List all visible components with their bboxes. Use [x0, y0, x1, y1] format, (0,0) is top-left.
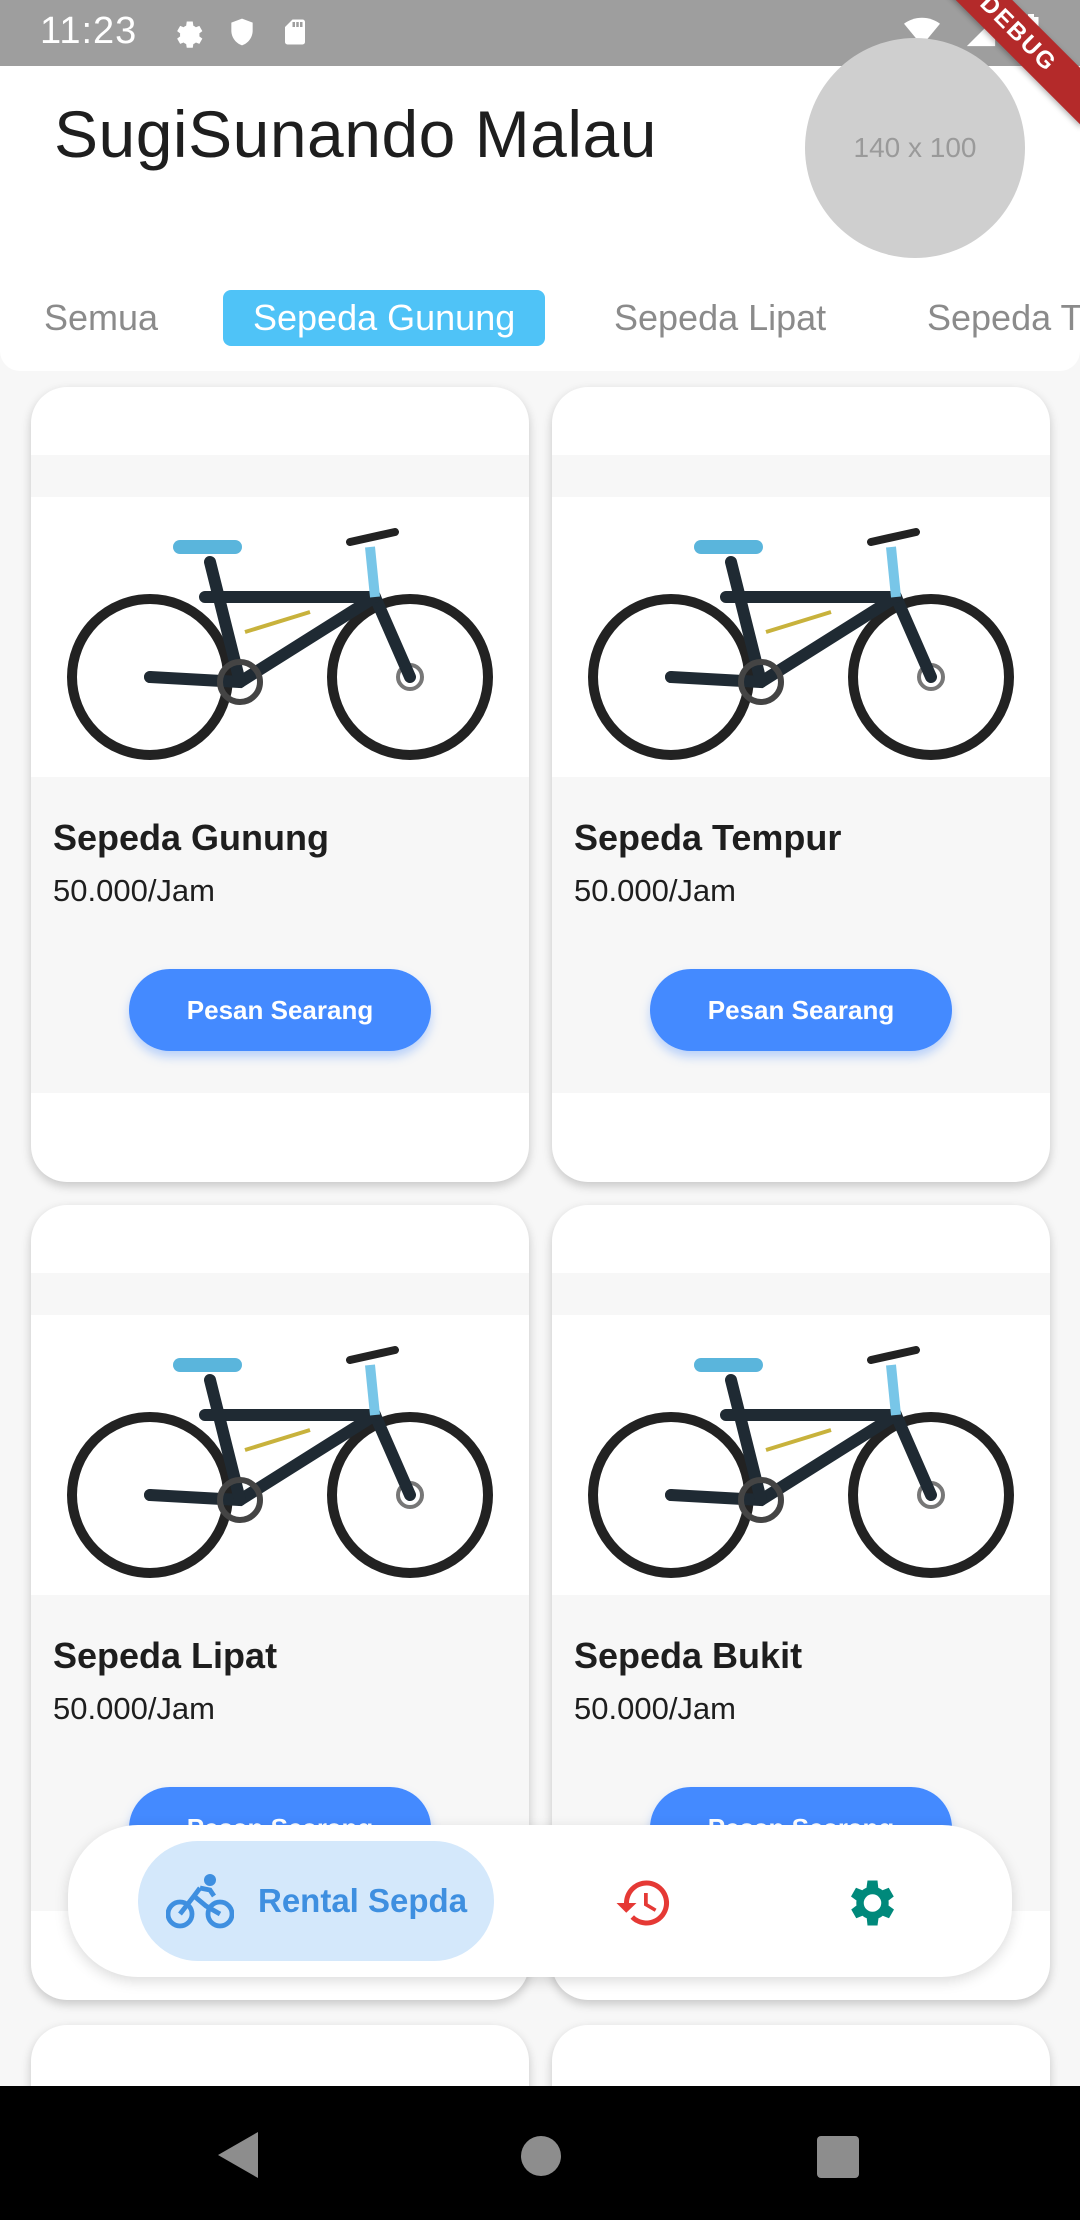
bicycle-image [31, 1315, 529, 1595]
category-tabs: Semua Sepeda Gunung Sepeda Lipat Sepeda … [0, 278, 1080, 348]
gear-icon [177, 21, 203, 48]
bicycle-illustration [588, 528, 1014, 760]
product-card[interactable]: Sepeda Gunung 50.000/Jam Pesan Searang [31, 387, 529, 1182]
bicycle-icon [166, 1874, 234, 1929]
shield-icon [231, 18, 253, 46]
tab-semua[interactable]: Semua [14, 290, 188, 346]
profile-header: 140 x 100 SugiSunando Malau Semua Sepeda… [0, 38, 1080, 371]
app-screen: 11:23 140 x 100 SugiSunando Malau Semua … [0, 0, 1080, 2220]
home-icon[interactable] [521, 2136, 561, 2176]
tab-sepeda-t[interactable]: Sepeda T [897, 290, 1080, 346]
nav-item-rental[interactable]: Rental Sepda [138, 1841, 494, 1961]
tab-sepeda-gunung[interactable]: Sepeda Gunung [223, 290, 546, 346]
product-card[interactable]: Sepeda Tempur 50.000/Jam Pesan Searang [552, 387, 1050, 1182]
product-price: 50.000/Jam [53, 873, 215, 908]
status-left-icons [168, 14, 310, 50]
card-body: Sepeda Bukit 50.000/Jam Pesan Searang [552, 1273, 1050, 1911]
avatar[interactable]: 140 x 100 [805, 38, 1025, 258]
history-icon[interactable] [614, 1873, 674, 1933]
user-name: SugiSunando Malau [54, 97, 657, 171]
sd-card-icon [285, 19, 305, 45]
status-time: 11:23 [40, 10, 138, 52]
card-body: Sepeda Tempur 50.000/Jam Pesan Searang [552, 455, 1050, 1093]
bicycle-illustration [588, 1346, 1014, 1578]
back-icon[interactable] [218, 2132, 258, 2178]
product-price: 50.000/Jam [574, 873, 736, 908]
avatar-placeholder-text: 140 x 100 [853, 132, 977, 163]
bicycle-illustration [67, 528, 493, 760]
bicycle-image [552, 497, 1050, 777]
bicycle-image [552, 1315, 1050, 1595]
product-price: 50.000/Jam [53, 1691, 215, 1726]
product-name: Sepeda Gunung [53, 817, 330, 858]
bottom-navigation: Rental Sepda [68, 1825, 1012, 1977]
card-body: Sepeda Lipat 50.000/Jam Pesan Searang [31, 1273, 529, 1911]
card-body: Sepeda Gunung 50.000/Jam Pesan Searang [31, 455, 529, 1093]
product-name: Sepeda Tempur [574, 817, 842, 858]
nav-item-rental-label: Rental Sepda [258, 1882, 468, 1919]
order-button[interactable]: Pesan Searang [129, 969, 431, 1051]
settings-icon[interactable] [840, 1873, 900, 1933]
order-button[interactable]: Pesan Searang [650, 969, 952, 1051]
recent-apps-icon[interactable] [817, 2136, 859, 2178]
product-price: 50.000/Jam [574, 1691, 736, 1726]
bicycle-image [31, 497, 529, 777]
product-name: Sepeda Lipat [53, 1635, 278, 1676]
bicycle-illustration [67, 1346, 493, 1578]
tab-sepeda-lipat[interactable]: Sepeda Lipat [584, 290, 856, 346]
system-navigation-bar [0, 2086, 1080, 2220]
product-name: Sepeda Bukit [574, 1635, 803, 1676]
